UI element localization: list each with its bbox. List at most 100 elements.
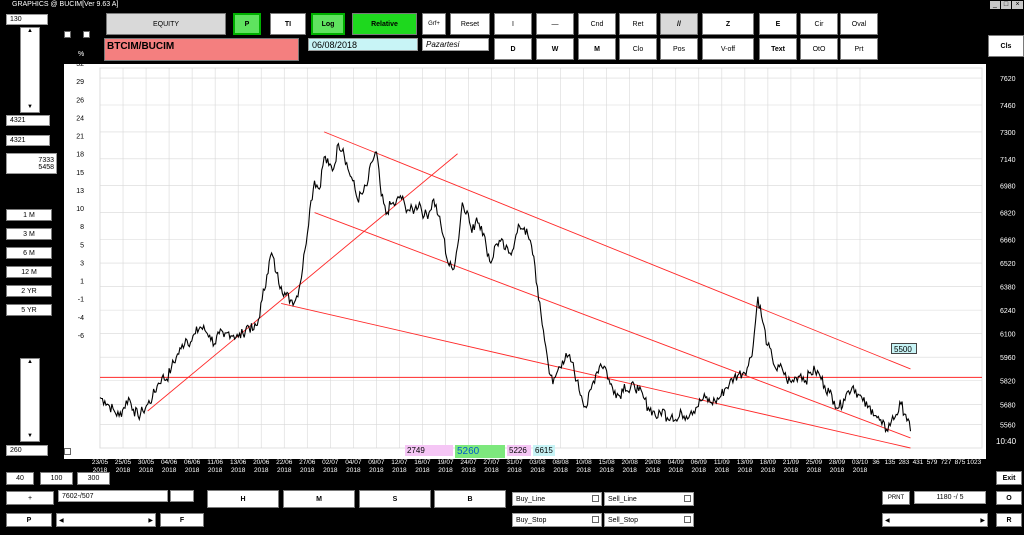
n100-button[interactable]: 100 — [40, 472, 73, 485]
left-tick-label: 32 — [76, 61, 84, 68]
plus-button[interactable]: + — [6, 491, 54, 505]
horizontal-scrollbar-left[interactable]: ◀ ▶ — [56, 513, 156, 527]
x-tick-year: 2018 — [392, 467, 407, 474]
marker-3: 5226 — [507, 445, 531, 456]
exit-button[interactable]: Exit — [996, 471, 1022, 485]
s-button[interactable]: S — [359, 490, 431, 508]
left-tick-label: 5 — [80, 242, 84, 249]
x-tick-year: 2018 — [738, 467, 753, 474]
x-tick-label: 12/07 — [391, 459, 408, 466]
arrow-left-icon[interactable]: ◀ — [885, 517, 890, 524]
x-tick-year: 2018 — [277, 467, 292, 474]
left-tick-label: -1 — [78, 297, 84, 304]
x-tick-label: 11/06 — [207, 459, 223, 466]
x-tick-label: 02/07 — [322, 459, 339, 466]
x-tick-year: 2018 — [553, 467, 568, 474]
position-spinner[interactable] — [170, 490, 194, 502]
prev-button[interactable]: P — [6, 513, 52, 527]
x-tick-label: 22/06 — [276, 459, 293, 466]
m-button[interactable]: M — [283, 490, 355, 508]
right-tick-label: 7620 — [1000, 76, 1016, 83]
x-tick-label: 27/07 — [483, 459, 500, 466]
checkbox-bottom-left[interactable] — [64, 448, 71, 455]
x-tick-year: 2018 — [807, 467, 822, 474]
left-tick-label: 18 — [76, 152, 84, 159]
x-tick-label: 06/06 — [184, 459, 201, 466]
price-tag: 5500 — [891, 343, 917, 354]
x-tick-year: 2018 — [369, 467, 384, 474]
x-tick-year: 2018 — [669, 467, 684, 474]
sell-stop-checkbox[interactable] — [684, 516, 691, 523]
sell-line-field[interactable]: Sell_Line — [604, 492, 694, 506]
b-button[interactable]: B — [434, 490, 506, 508]
marker-1: 2749 — [405, 445, 453, 456]
r-button[interactable]: R — [996, 513, 1022, 527]
x-tick-label: 23/05 — [92, 459, 109, 466]
x-tick-year: 2018 — [761, 467, 776, 474]
x-tick-label: 13/06 — [230, 459, 247, 466]
buy-stop-checkbox[interactable] — [592, 516, 599, 523]
x-tick-year: 2018 — [622, 467, 637, 474]
x-tick-label: 25/05 — [115, 459, 132, 466]
x-tick-year: 2018 — [599, 467, 614, 474]
x-tick-year: 2018 — [346, 467, 361, 474]
x-tick-year: 2018 — [162, 467, 177, 474]
x-tick-label: 04/06 — [161, 459, 178, 466]
x-tick-label: 03/08 — [529, 459, 546, 466]
next-button[interactable]: F — [160, 513, 204, 527]
o-button[interactable]: O — [996, 491, 1022, 505]
arrow-right-icon[interactable]: ▶ — [148, 517, 153, 524]
x-tick-label-extra: 727 — [941, 459, 952, 466]
arrow-left-icon[interactable]: ◀ — [59, 517, 64, 524]
right-tick-label: 6100 — [1000, 332, 1016, 339]
sell-line-checkbox[interactable] — [684, 495, 691, 502]
left-tick-label: 10 — [76, 206, 84, 213]
print-button[interactable]: PRNT — [882, 491, 910, 505]
x-tick-year: 2018 — [139, 467, 154, 474]
sell-stop-field[interactable]: Sell_Stop — [604, 513, 694, 527]
x-tick-year: 2018 — [715, 467, 730, 474]
checkbox-top-left-2[interactable] — [83, 31, 90, 38]
marker-4: 6615 — [533, 445, 555, 456]
buy-line-checkbox[interactable] — [592, 495, 599, 502]
x-tick-label: 18/09 — [760, 459, 777, 466]
x-tick-label: 10/08 — [575, 459, 592, 466]
h-button[interactable]: H — [207, 490, 279, 508]
x-tick-label: 04/07 — [345, 459, 362, 466]
n300-button[interactable]: 300 — [77, 472, 110, 485]
time-label: 10:40 — [996, 437, 1017, 446]
horizontal-scrollbar-right[interactable]: ◀ ▶ — [882, 513, 988, 527]
x-tick-year: 2018 — [415, 467, 430, 474]
x-tick-label: 15/08 — [599, 459, 616, 466]
x-tick-year: 2018 — [507, 467, 522, 474]
x-tick-label-extra: 135 — [885, 459, 896, 466]
n40-button[interactable]: 40 — [6, 472, 34, 485]
right-tick-label: 7460 — [1000, 103, 1016, 110]
x-tick-label: 09/07 — [368, 459, 385, 466]
x-tick-label: 16/07 — [414, 459, 431, 466]
left-tick-label: 26 — [76, 97, 84, 104]
right-tick-label: 7140 — [1000, 157, 1016, 164]
x-tick-year: 2018 — [853, 467, 868, 474]
x-tick-label: 25/09 — [806, 459, 823, 466]
x-tick-label: 29/08 — [645, 459, 662, 466]
x-tick-year: 2018 — [438, 467, 453, 474]
x-tick-year: 2018 — [461, 467, 476, 474]
buy-stop-field[interactable]: Buy_Stop — [512, 513, 602, 527]
x-tick-year: 2018 — [254, 467, 269, 474]
x-tick-label: 11/09 — [714, 459, 730, 466]
x-tick-label: 13/09 — [737, 459, 754, 466]
x-tick-label: 06/09 — [691, 459, 708, 466]
x-tick-label-extra: 283 — [899, 459, 910, 466]
arrow-right-icon[interactable]: ▶ — [980, 517, 985, 524]
x-tick-label: 08/08 — [552, 459, 569, 466]
right-tick-label: 6240 — [1000, 308, 1016, 315]
left-tick-label: 21 — [76, 134, 84, 141]
left-tick-label: -6 — [78, 333, 84, 340]
x-tick-year: 2018 — [116, 467, 131, 474]
buy-line-field[interactable]: Buy_Line — [512, 492, 602, 506]
right-tick-label: 6380 — [1000, 285, 1016, 292]
x-tick-label: 24/07 — [460, 459, 477, 466]
checkbox-top-left[interactable] — [64, 31, 71, 38]
x-tick-label: 04/09 — [668, 459, 685, 466]
